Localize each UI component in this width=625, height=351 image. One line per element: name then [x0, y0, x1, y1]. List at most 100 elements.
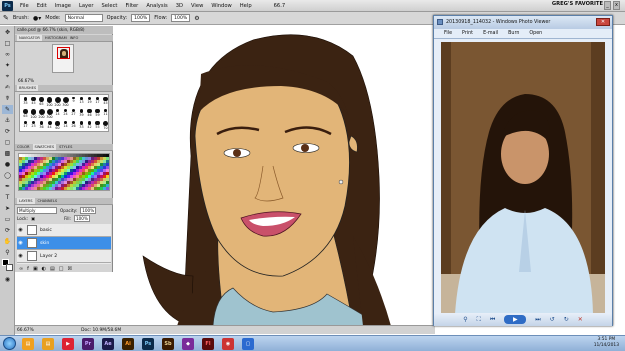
viewer-titlebar[interactable]: 20130918_114032 - Windows Photo Viewer: [434, 16, 612, 29]
magic-wand-icon[interactable]: ✦: [2, 61, 13, 70]
add-mask-icon[interactable]: ▣: [33, 266, 42, 272]
menu-image[interactable]: Image: [51, 3, 75, 9]
link-layers-icon[interactable]: ∞: [19, 266, 27, 272]
layer-row-basic[interactable]: ◉ basic: [17, 224, 111, 237]
shape-tool-icon[interactable]: ▭: [2, 215, 13, 224]
new-layer-icon[interactable]: □: [59, 266, 68, 272]
layer-row-skin[interactable]: ◉ skin: [17, 237, 111, 250]
viewer-menu-open[interactable]: Open: [529, 29, 542, 38]
active-photo-viewer-icon[interactable]: ▢: [242, 337, 254, 350]
brush-preset-picker[interactable]: ●▾: [33, 15, 41, 22]
mode-select[interactable]: Normal: [64, 14, 103, 22]
viewer-close-button[interactable]: ✕: [596, 18, 610, 26]
history-brush-icon[interactable]: ⟳: [2, 127, 13, 136]
tab-navigator[interactable]: NAVIGATOR: [17, 35, 42, 41]
lasso-tool-icon[interactable]: ∞: [2, 50, 13, 59]
move-tool-icon[interactable]: ✥: [2, 28, 13, 37]
tab-channels[interactable]: CHANNELS: [38, 198, 58, 204]
premiere-icon[interactable]: Pr: [82, 337, 94, 350]
status-zoom[interactable]: 66.67%: [17, 328, 34, 333]
menu-filter[interactable]: Filter: [121, 3, 142, 9]
tab-layers[interactable]: LAYERS: [17, 198, 35, 204]
menu-window[interactable]: Window: [207, 3, 235, 9]
illustrator-icon[interactable]: Ai: [122, 337, 134, 350]
media-icon[interactable]: ▶: [62, 337, 74, 350]
quick-mask-icon[interactable]: ◉: [2, 275, 13, 284]
type-tool-icon[interactable]: T: [2, 193, 13, 202]
rotate-left-icon[interactable]: ↺: [550, 316, 555, 323]
brush-preset[interactable]: 11: [101, 108, 110, 117]
flow-field[interactable]: 100%: [171, 14, 191, 22]
3d-rotate-icon[interactable]: ⟳: [2, 226, 13, 235]
marquee-tool-icon[interactable]: □: [2, 39, 13, 48]
view-box[interactable]: [57, 47, 70, 59]
folder-icon[interactable]: ▤: [42, 337, 54, 350]
tab-info[interactable]: INFO: [70, 35, 79, 41]
tab-brushes[interactable]: BRUSHES: [17, 85, 39, 91]
viewer-menu-burn[interactable]: Burn: [508, 29, 519, 38]
menu-3d[interactable]: 3D: [172, 3, 187, 9]
viewer-menu-file[interactable]: File: [444, 29, 452, 38]
viewer-menu-print[interactable]: Print: [462, 29, 473, 38]
eye-icon[interactable]: ◉: [17, 240, 24, 246]
gradient-tool-icon[interactable]: ▩: [2, 149, 13, 158]
lock-icon[interactable]: ▣: [31, 216, 35, 221]
opacity-field[interactable]: 100%: [131, 14, 151, 22]
previous-icon[interactable]: ⏮: [490, 316, 495, 324]
navigator-thumbnail[interactable]: [52, 44, 74, 73]
adjustment-icon[interactable]: ◐: [42, 266, 50, 272]
start-button[interactable]: [3, 337, 16, 350]
minimize-button[interactable]: _: [604, 1, 611, 10]
zoom-dropdown[interactable]: 66.7: [270, 3, 290, 9]
menu-select[interactable]: Select: [97, 3, 121, 9]
slideshow-button[interactable]: ▶: [504, 315, 527, 324]
chrome-icon[interactable]: ◉: [222, 337, 234, 350]
delete-layer-icon[interactable]: ☒: [68, 266, 76, 272]
soundbooth-icon[interactable]: Sb: [162, 337, 174, 350]
after-effects-icon[interactable]: Ae: [102, 337, 114, 350]
document-tab[interactable]: calle.psd @ 66.7% (skin, RGB/8): [15, 26, 113, 34]
color-swatch[interactable]: [106, 187, 109, 190]
navigator-zoom[interactable]: 66.67%: [18, 78, 34, 83]
eraser-tool-icon[interactable]: ▢: [2, 138, 13, 147]
rotate-right-icon[interactable]: ↻: [564, 316, 569, 323]
layer-row-layer-2[interactable]: ◉ Layer 2: [17, 250, 111, 263]
brush-preset[interactable]: 70: [101, 120, 110, 130]
new-group-icon[interactable]: ▤: [50, 266, 59, 272]
menu-layer[interactable]: Layer: [75, 3, 97, 9]
clone-stamp-icon[interactable]: ⚓: [2, 116, 13, 125]
menu-file[interactable]: File: [16, 3, 33, 9]
dodge-tool-icon[interactable]: ◯: [2, 171, 13, 180]
close-button[interactable]: x: [613, 1, 620, 10]
eye-icon[interactable]: ◉: [17, 227, 24, 233]
crop-tool-icon[interactable]: ⌖: [2, 72, 13, 81]
viewer-menu-email[interactable]: E-mail: [483, 29, 498, 38]
brush-tool-icon[interactable]: ✎: [2, 105, 13, 114]
delete-icon[interactable]: ✕: [578, 316, 583, 323]
menu-help[interactable]: Help: [236, 3, 256, 9]
app-icon[interactable]: ◆: [182, 337, 194, 350]
photoshop-icon[interactable]: Ps: [142, 337, 154, 350]
airbrush-icon[interactable]: ⚙: [194, 15, 199, 22]
menu-edit[interactable]: Edit: [33, 3, 51, 9]
menu-analysis[interactable]: Analysis: [142, 3, 171, 9]
brush-preset[interactable]: 45: [101, 96, 110, 105]
tab-swatches[interactable]: SWATCHES: [32, 144, 57, 150]
flash-icon[interactable]: Fl: [202, 337, 214, 350]
eyedropper-icon[interactable]: ✍: [2, 83, 13, 92]
zoom-tool-icon[interactable]: ⚲: [2, 248, 13, 257]
workspace-switcher[interactable]: GREG'S FAVORITE: [552, 1, 603, 7]
tab-styles[interactable]: STYLES: [59, 144, 72, 150]
tab-color[interactable]: COLOR: [17, 144, 30, 150]
blur-tool-icon[interactable]: ●: [2, 160, 13, 169]
tab-histogram[interactable]: HISTOGRAM: [45, 35, 67, 41]
fill-field[interactable]: 100%: [73, 215, 90, 222]
next-icon[interactable]: ⏭: [535, 316, 540, 324]
blend-mode-select[interactable]: Multiply: [17, 207, 57, 214]
pen-tool-icon[interactable]: ✒: [2, 182, 13, 191]
system-clock[interactable]: 3:51 PM 11/14/2013: [594, 337, 619, 349]
layer-opacity-field[interactable]: 100%: [80, 207, 97, 214]
path-select-icon[interactable]: ➤: [2, 204, 13, 213]
healing-brush-icon[interactable]: ☤: [2, 94, 13, 103]
zoom-icon[interactable]: ⚲: [463, 316, 467, 323]
